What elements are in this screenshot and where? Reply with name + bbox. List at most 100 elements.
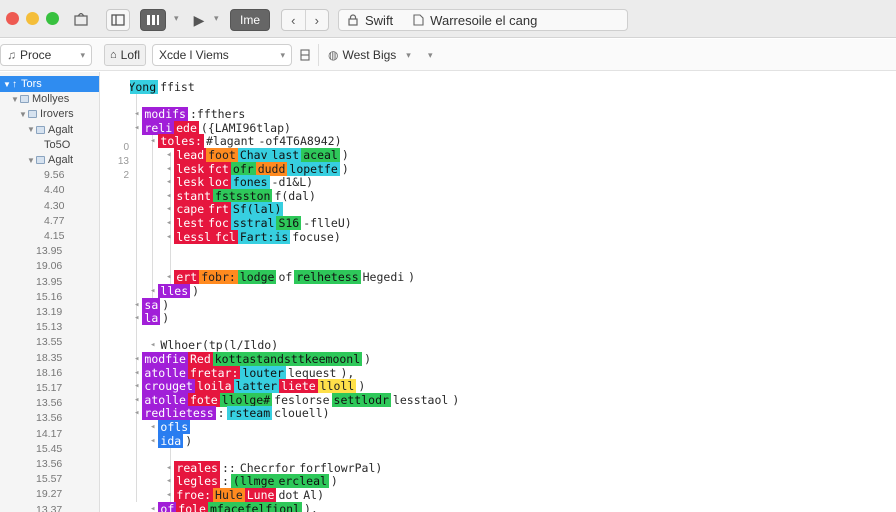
close-window-button[interactable] xyxy=(6,12,19,25)
sidebar-item[interactable]: 13.56 xyxy=(0,456,99,472)
sidebar-item[interactable]: 13.95 xyxy=(0,274,99,290)
code-line[interactable]: ◂ lead foot Chav last aceal) xyxy=(166,148,351,162)
disclosure-triangle-icon[interactable]: ▼ xyxy=(10,95,20,104)
code-line[interactable]: ◂ lesk loc fones -d1&L) xyxy=(166,175,315,190)
code-line[interactable]: ◂ froe: Hule Lune dot Al) xyxy=(166,488,326,502)
code-line[interactable]: ◂ modfie Red kottastandsttkeemoonl) xyxy=(134,352,373,366)
navigator-toggle-button[interactable] xyxy=(106,9,130,31)
fold-arrow-icon[interactable]: ◂ xyxy=(166,463,171,473)
layout-button[interactable] xyxy=(140,9,166,31)
fold-arrow-icon[interactable]: ◂ xyxy=(166,218,171,228)
fold-arrow-icon[interactable]: ◂ xyxy=(166,164,171,174)
disclosure-triangle-icon[interactable]: ▼ xyxy=(2,80,12,89)
sidebar-item[interactable]: 4.30 xyxy=(0,198,99,214)
editor-dropdown[interactable]: Xcde l Viems ▾ xyxy=(152,44,292,66)
fold-arrow-icon[interactable]: ◂ xyxy=(150,422,155,432)
sidebar-item[interactable]: 4.77 xyxy=(0,213,99,229)
fold-arrow-icon[interactable]: ◂ xyxy=(166,177,171,187)
minimize-window-button[interactable] xyxy=(26,12,39,25)
sidebar-item[interactable]: 13.56 xyxy=(0,410,99,426)
fold-arrow-icon[interactable]: ◂ xyxy=(166,272,171,282)
sidebar-item[interactable]: 15.17 xyxy=(0,380,99,396)
sidebar-item[interactable]: ▼ ↑ Tors xyxy=(0,76,99,92)
code-line[interactable]: ◂ crouget loila latter liete lloll) xyxy=(134,379,367,394)
code-line[interactable]: ◂ toles: #lagant -of4T6A8942) xyxy=(150,134,344,149)
library-icon[interactable] xyxy=(70,9,94,31)
run-button[interactable]: ▶ xyxy=(188,9,210,31)
sidebar-item[interactable]: 15.16 xyxy=(0,289,99,305)
fold-arrow-icon[interactable]: ◂ xyxy=(150,340,155,350)
code-line[interactable]: ◂ Wlhoer(tp(l/Ildo) xyxy=(150,338,280,352)
fold-arrow-icon[interactable]: ◂ xyxy=(134,368,139,378)
code-line[interactable]: ◂ legles: (llmge ercleal) xyxy=(166,474,340,489)
sidebar-item[interactable]: ▼ Irovers xyxy=(0,106,99,122)
fold-arrow-icon[interactable]: ◂ xyxy=(166,204,171,214)
fold-arrow-icon[interactable]: ◂ xyxy=(166,191,171,201)
sidebar-item[interactable]: 9.56 xyxy=(0,167,99,183)
disclosure-triangle-icon[interactable]: ▼ xyxy=(26,125,36,134)
fold-arrow-icon[interactable]: ◂ xyxy=(134,408,139,418)
sidebar-item[interactable]: 18.35 xyxy=(0,350,99,366)
sidebar-item[interactable]: 15.13 xyxy=(0,319,99,335)
fold-arrow-icon[interactable]: ◂ xyxy=(150,136,155,146)
fold-arrow-icon[interactable]: ◂ xyxy=(150,504,155,512)
sidebar-item[interactable]: 13.37 xyxy=(0,502,99,512)
sidebar-item[interactable]: 18.16 xyxy=(0,365,99,381)
sidebar-item[interactable]: 13.19 xyxy=(0,304,99,320)
fold-arrow-icon[interactable]: ◂ xyxy=(134,123,139,133)
back-chevron-icon[interactable]: ‹ xyxy=(282,10,306,30)
code-line[interactable]: ◂ atolle fote llolge# feslorse settlodr lessta… xyxy=(134,392,461,407)
device-selector[interactable]: ◍ West Bigs ▾ xyxy=(328,44,411,66)
fold-arrow-icon[interactable]: ◂ xyxy=(166,232,171,242)
fold-arrow-icon[interactable]: ◂ xyxy=(166,150,171,160)
chevron-down-icon[interactable]: ▾ xyxy=(174,13,179,24)
fold-arrow-icon[interactable]: ◂ xyxy=(134,109,139,119)
code-editor[interactable]: ◂Yongffist ◂modifs:ffthers◂reliede({LAMI9… xyxy=(130,72,896,512)
code-line[interactable]: ◂ la) xyxy=(134,311,171,326)
forward-chevron-icon[interactable]: › xyxy=(306,10,329,30)
sidebar-item[interactable]: 19.27 xyxy=(0,486,99,502)
disclosure-triangle-icon[interactable]: ▼ xyxy=(18,110,28,119)
navigator-filter-dropdown[interactable]: ♫ Proce ▾ xyxy=(0,44,92,66)
fold-arrow-icon[interactable]: ◂ xyxy=(134,381,139,391)
sidebar-item[interactable]: To5O xyxy=(0,137,99,153)
code-line[interactable]: ◂ ert fobr: lodge of relhetess Hegedi) xyxy=(166,270,417,285)
fold-arrow-icon[interactable]: ◂ xyxy=(150,436,155,446)
code-line[interactable]: ◂ lest foc sstral S16 -flleU) xyxy=(166,216,354,230)
code-line[interactable]: ◂ reales:: Checrfor forflowrPal) xyxy=(166,460,384,475)
sidebar-item[interactable]: ▼ Mollyes xyxy=(0,91,99,107)
sidebar-item[interactable]: 15.45 xyxy=(0,441,99,457)
sidebar-item[interactable]: 4.15 xyxy=(0,228,99,244)
fold-arrow-icon[interactable]: ◂ xyxy=(134,300,139,310)
fold-arrow-icon[interactable]: ◂ xyxy=(166,490,171,500)
layout-icon[interactable] xyxy=(300,44,310,66)
code-line[interactable]: ◂ ida) xyxy=(150,433,194,448)
code-line[interactable]: ◂Yongffist xyxy=(130,80,197,94)
sidebar-item[interactable]: 13.95 xyxy=(0,243,99,259)
code-line[interactable]: ◂ sa) xyxy=(134,297,171,312)
activity-view[interactable]: Swift Warresoile el cang xyxy=(338,9,628,31)
chevron-down-icon[interactable]: ▾ xyxy=(214,13,219,24)
code-line[interactable]: ◂ cape frt Sf(lal) xyxy=(166,202,284,217)
zoom-window-button[interactable] xyxy=(46,12,59,25)
code-line[interactable]: ◂ lles) xyxy=(150,284,201,298)
sidebar-item[interactable]: 14.17 xyxy=(0,426,99,442)
code-line[interactable]: ◂ reli ede ({LAMI96tlap) xyxy=(134,120,293,135)
sidebar-item[interactable]: 4.40 xyxy=(0,182,99,198)
code-line[interactable]: ◂ of fole mfacefelfionl), xyxy=(150,501,320,512)
chevron-down-icon[interactable]: ▾ xyxy=(428,44,433,66)
sidebar-item[interactable]: 15.57 xyxy=(0,471,99,487)
fold-arrow-icon[interactable]: ◂ xyxy=(150,286,155,296)
scope-chip[interactable]: ⌂ Lofl xyxy=(104,44,147,66)
sidebar-item[interactable]: ▼ Agalt xyxy=(0,122,99,138)
code-line[interactable]: ◂ lessl fcl Fart:is focuse) xyxy=(166,229,343,244)
disclosure-triangle-icon[interactable]: ▼ xyxy=(26,156,36,165)
code-line[interactable]: ◂ lesk fct ofr dudd lopetfe) xyxy=(166,161,351,176)
code-line[interactable]: ◂ redlietess: rsteam clouell) xyxy=(134,406,332,421)
fold-arrow-icon[interactable]: ◂ xyxy=(134,354,139,364)
fold-arrow-icon[interactable]: ◂ xyxy=(166,476,171,486)
fold-arrow-icon[interactable]: ◂ xyxy=(134,313,139,323)
code-line[interactable]: ◂ atolle fretar: louter lequest), xyxy=(134,365,356,380)
sidebar-item[interactable]: 19.06 xyxy=(0,258,99,274)
code-line[interactable]: ◂ modifs:ffthers xyxy=(134,107,247,122)
